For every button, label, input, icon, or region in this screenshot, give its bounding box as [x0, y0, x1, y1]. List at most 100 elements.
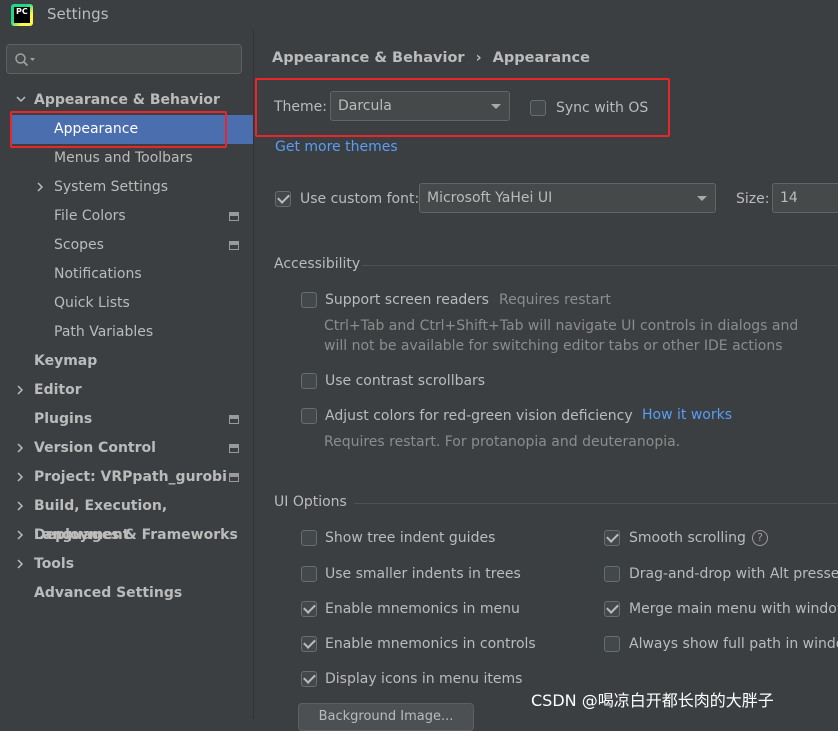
section-separator [362, 265, 838, 266]
adjust-colors-label: Adjust colors for red-green vision defic… [325, 408, 633, 424]
get-more-themes-link[interactable]: Get more themes [275, 139, 398, 155]
sidebar-item-plugins[interactable]: Plugins [0, 405, 253, 434]
sidebar-item-label: Scopes [54, 237, 104, 253]
breadcrumb: Appearance & Behavior › Appearance [272, 50, 590, 66]
project-level-icon [229, 241, 239, 250]
mnemonics-menu-label: Enable mnemonics in menu [325, 601, 520, 617]
sidebar-item-label: Version Control [34, 440, 156, 456]
font-size-value: 14 [780, 190, 798, 206]
mnemonics-menu-checkbox[interactable] [301, 601, 317, 617]
sidebar-item-languages-frameworks[interactable]: Languages & Frameworks [0, 521, 253, 550]
full-path-label: Always show full path in window [629, 636, 838, 652]
screen-readers-hint-line1: Ctrl+Tab and Ctrl+Shift+Tab will navigat… [324, 318, 799, 334]
support-screen-readers-label: Support screen readers [325, 292, 489, 308]
merge-main-menu-checkbox[interactable] [604, 601, 620, 617]
sync-with-os-label: Sync with OS [556, 100, 649, 116]
search-icon [15, 53, 35, 67]
adjust-colors-checkbox[interactable] [301, 408, 317, 424]
settings-sidebar: Appearance & Behavior Appearance Menus a… [0, 30, 253, 719]
sidebar-item-project[interactable]: Project: VRPpath_gurobi [0, 463, 253, 492]
sidebar-item-label: System Settings [54, 179, 169, 195]
sidebar-item-label: Path Variables [54, 324, 154, 340]
sidebar-item-label: Plugins [34, 411, 93, 427]
theme-dropdown[interactable]: Darcula [330, 91, 510, 121]
settings-search-input[interactable] [6, 44, 242, 74]
requires-restart-note: Requires restart [499, 292, 611, 308]
project-level-icon [229, 444, 239, 453]
sidebar-item-system-settings[interactable]: System Settings [0, 173, 253, 202]
adjust-colors-hint: Requires restart. For protanopia and deu… [324, 434, 681, 450]
contrast-scrollbars-label: Use contrast scrollbars [325, 373, 486, 389]
full-path-checkbox[interactable] [604, 636, 620, 652]
sidebar-item-quick-lists[interactable]: Quick Lists [0, 289, 253, 318]
sidebar-item-appearance-behavior[interactable]: Appearance & Behavior [0, 86, 253, 115]
window-title: Settings [47, 5, 109, 23]
help-icon[interactable]: ? [752, 530, 768, 546]
sidebar-item-label: Appearance & Behavior [34, 92, 220, 108]
drag-drop-alt-label: Drag-and-drop with Alt pressed [629, 566, 838, 582]
font-size-label: Size: [736, 191, 770, 207]
ui-options-header: UI Options [274, 494, 347, 510]
theme-label: Theme: [274, 99, 328, 115]
sidebar-item-label: Advanced Settings [34, 585, 183, 601]
use-custom-font-label: Use custom font: [300, 191, 420, 207]
sidebar-item-notifications[interactable]: Notifications [0, 260, 253, 289]
sidebar-item-scopes[interactable]: Scopes [0, 231, 253, 260]
dropdown-arrow-icon [697, 196, 707, 201]
section-separator [354, 503, 838, 504]
sidebar-item-label: Appearance [54, 121, 139, 137]
screen-readers-hint-line2: will not be available for switching edit… [324, 338, 783, 354]
sidebar-item-label: Languages & Frameworks [34, 527, 238, 543]
use-custom-font-checkbox[interactable] [275, 191, 291, 207]
sidebar-item-advanced-settings[interactable]: Advanced Settings [0, 579, 253, 608]
csdn-watermark: CSDN @喝凉白开都长肉的大胖子 [531, 691, 774, 710]
contrast-scrollbars-checkbox[interactable] [301, 373, 317, 389]
tree-indent-guides-label: Show tree indent guides [325, 530, 496, 546]
support-screen-readers-checkbox[interactable] [301, 292, 317, 308]
font-size-input[interactable]: 14 [772, 183, 838, 213]
sidebar-item-label: Quick Lists [54, 295, 130, 311]
merge-main-menu-label: Merge main menu with window [629, 601, 838, 617]
smaller-indents-checkbox[interactable] [301, 566, 317, 582]
breadcrumb-current: Appearance [492, 50, 590, 66]
sidebar-item-label: Editor [34, 382, 82, 398]
sidebar-item-menus-toolbars[interactable]: Menus and Toolbars [0, 144, 253, 173]
project-level-icon [229, 473, 239, 482]
breadcrumb-separator: › [475, 50, 482, 66]
sidebar-item-label: Menus and Toolbars [54, 150, 193, 166]
dropdown-arrow-icon [491, 104, 501, 109]
project-level-icon [229, 212, 239, 221]
mnemonics-controls-checkbox[interactable] [301, 636, 317, 652]
mnemonics-controls-label: Enable mnemonics in controls [325, 636, 536, 652]
sidebar-item-tools[interactable]: Tools [0, 550, 253, 579]
sync-with-os-checkbox[interactable] [530, 100, 546, 116]
breadcrumb-parent[interactable]: Appearance & Behavior [272, 50, 465, 66]
sidebar-item-version-control[interactable]: Version Control [0, 434, 253, 463]
display-icons-label: Display icons in menu items [325, 671, 523, 687]
font-value: Microsoft YaHei UI [427, 190, 553, 206]
smooth-scrolling-label: Smooth scrolling [629, 530, 746, 546]
accessibility-header: Accessibility [274, 256, 361, 272]
sidebar-item-editor[interactable]: Editor [0, 376, 253, 405]
font-dropdown[interactable]: Microsoft YaHei UI [419, 183, 716, 213]
how-it-works-link[interactable]: How it works [642, 407, 732, 423]
project-level-icon [229, 415, 239, 424]
smaller-indents-label: Use smaller indents in trees [325, 566, 521, 582]
drag-drop-alt-checkbox[interactable] [604, 566, 620, 582]
theme-value: Darcula [338, 98, 392, 114]
sidebar-item-build-execution[interactable]: Build, Execution, Deployment [0, 492, 253, 543]
sidebar-item-keymap[interactable]: Keymap [0, 347, 253, 376]
sidebar-item-appearance[interactable]: Appearance [10, 115, 253, 144]
tree-indent-guides-checkbox[interactable] [301, 530, 317, 546]
sidebar-item-file-colors[interactable]: File Colors [0, 202, 253, 231]
settings-content: Appearance & Behavior › Appearance Theme… [254, 30, 838, 731]
sidebar-item-label: Tools [34, 556, 75, 572]
app-icon-text: PC [14, 7, 30, 23]
sidebar-item-path-variables[interactable]: Path Variables [0, 318, 253, 347]
sidebar-item-label: Keymap [34, 353, 98, 369]
pycharm-app-icon: PC [11, 4, 33, 26]
display-icons-checkbox[interactable] [301, 671, 317, 687]
sidebar-item-label: Notifications [54, 266, 142, 282]
background-image-button[interactable]: Background Image... [298, 703, 474, 731]
smooth-scrolling-checkbox[interactable] [604, 530, 620, 546]
